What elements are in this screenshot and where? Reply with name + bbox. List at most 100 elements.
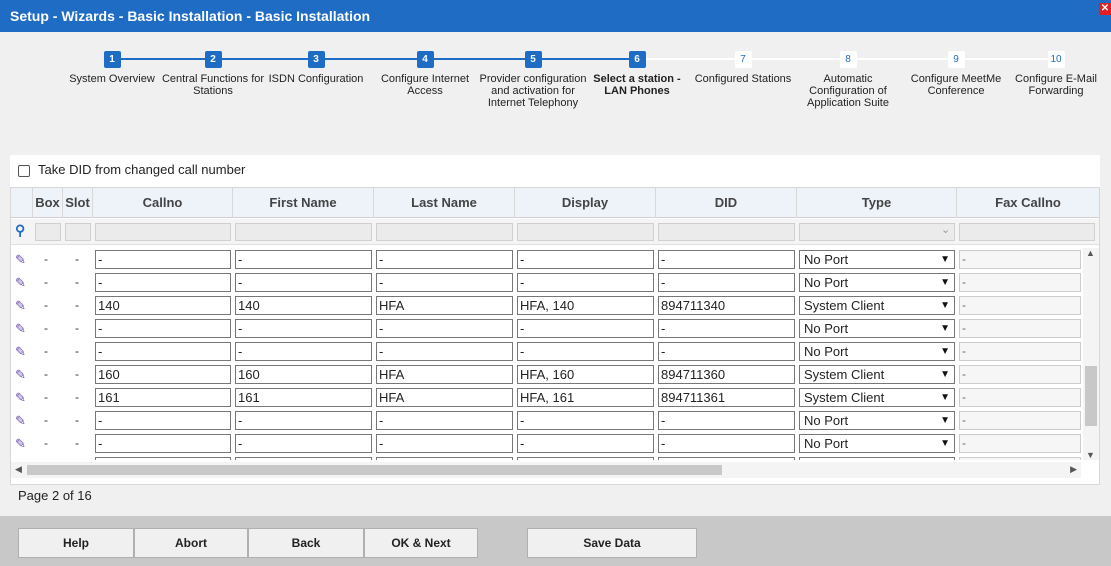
fax-callno-input[interactable]: -: [959, 342, 1081, 361]
type-select[interactable]: No Port ▼: [799, 411, 955, 430]
col-box[interactable]: Box: [33, 188, 63, 218]
horizontal-scrollbar[interactable]: ◀ ▶: [11, 462, 1081, 478]
did-input[interactable]: -: [658, 273, 795, 292]
type-select[interactable]: System Client ▼: [799, 296, 955, 315]
did-input[interactable]: -: [658, 434, 795, 453]
last-name-input[interactable]: HFA: [376, 365, 513, 384]
close-icon[interactable]: ✕: [1099, 3, 1111, 15]
type-select[interactable]: No Port ▼: [799, 319, 955, 338]
ok-next-button[interactable]: OK & Next: [364, 528, 478, 558]
last-name-input[interactable]: -: [376, 434, 513, 453]
filter-box[interactable]: [35, 223, 61, 241]
fax-callno-input[interactable]: -: [959, 250, 1081, 269]
step-4[interactable]: 4 Configure Internet Access: [370, 50, 480, 97]
first-name-input[interactable]: 140: [235, 296, 372, 315]
last-name-input[interactable]: -: [376, 457, 513, 460]
callno-input[interactable]: 140: [95, 296, 231, 315]
display-input[interactable]: -: [517, 250, 654, 269]
last-name-input[interactable]: -: [376, 411, 513, 430]
filter-display[interactable]: [517, 223, 654, 241]
first-name-input[interactable]: -: [235, 250, 372, 269]
type-select[interactable]: System Client ▼: [799, 365, 955, 384]
type-select[interactable]: No Port ▼: [799, 342, 955, 361]
edit-icon[interactable]: ✎: [15, 436, 26, 452]
edit-icon[interactable]: ✎: [15, 459, 26, 460]
last-name-input[interactable]: -: [376, 273, 513, 292]
fax-callno-input[interactable]: -: [959, 388, 1081, 407]
callno-input[interactable]: -: [95, 457, 231, 460]
scroll-down-icon[interactable]: ▼: [1086, 450, 1095, 460]
did-input[interactable]: -: [658, 411, 795, 430]
display-input[interactable]: -: [517, 411, 654, 430]
did-input[interactable]: -: [658, 319, 795, 338]
step-3[interactable]: 3 ISDN Configuration: [261, 50, 371, 85]
last-name-input[interactable]: -: [376, 342, 513, 361]
step-1[interactable]: 1 System Overview: [57, 50, 167, 85]
last-name-input[interactable]: HFA: [376, 388, 513, 407]
step-6[interactable]: 6 Select a station - LAN Phones: [582, 50, 692, 97]
take-did-option[interactable]: Take DID from changed call number: [10, 155, 1100, 185]
type-select[interactable]: No Port ▼: [799, 434, 955, 453]
scroll-left-icon[interactable]: ◀: [15, 464, 22, 475]
display-input[interactable]: -: [517, 342, 654, 361]
display-input[interactable]: HFA, 160: [517, 365, 654, 384]
fax-callno-input[interactable]: -: [959, 411, 1081, 430]
col-last-name[interactable]: Last Name: [374, 188, 515, 218]
filter-fax-callno[interactable]: [959, 223, 1095, 241]
first-name-input[interactable]: -: [235, 457, 372, 460]
type-select[interactable]: No Port ▼: [799, 250, 955, 269]
back-button[interactable]: Back: [248, 528, 364, 558]
first-name-input[interactable]: -: [235, 319, 372, 338]
filter-callno[interactable]: [95, 223, 231, 241]
filter-did[interactable]: [658, 223, 795, 241]
type-select[interactable]: [799, 457, 955, 460]
scroll-right-icon[interactable]: ▶: [1070, 464, 1077, 475]
edit-icon[interactable]: ✎: [15, 413, 26, 429]
col-slot[interactable]: Slot: [63, 188, 93, 218]
fax-callno-input[interactable]: -: [959, 296, 1081, 315]
scroll-up-icon[interactable]: ▲: [1086, 248, 1095, 258]
filter-last-name[interactable]: [376, 223, 513, 241]
step-7[interactable]: 7 Configured Stations: [688, 50, 798, 85]
callno-input[interactable]: 161: [95, 388, 231, 407]
type-select[interactable]: No Port ▼: [799, 273, 955, 292]
callno-input[interactable]: -: [95, 250, 231, 269]
col-fax-callno[interactable]: Fax Callno: [957, 188, 1099, 218]
did-input[interactable]: 894711360: [658, 365, 795, 384]
callno-input[interactable]: -: [95, 434, 231, 453]
first-name-input[interactable]: -: [235, 434, 372, 453]
first-name-input[interactable]: 161: [235, 388, 372, 407]
edit-icon[interactable]: ✎: [15, 321, 26, 337]
filter-slot[interactable]: [65, 223, 91, 241]
vertical-scrollbar[interactable]: ▲ ▼: [1083, 248, 1099, 460]
type-select[interactable]: System Client ▼: [799, 388, 955, 407]
step-5[interactable]: 5 Provider configuration and activation …: [478, 50, 588, 109]
did-input[interactable]: -: [658, 457, 795, 460]
save-data-button[interactable]: Save Data: [527, 528, 697, 558]
last-name-input[interactable]: HFA: [376, 296, 513, 315]
display-input[interactable]: -: [517, 457, 654, 460]
filter-type[interactable]: [799, 223, 955, 241]
edit-icon[interactable]: ✎: [15, 298, 26, 314]
fax-callno-input[interactable]: -: [959, 457, 1081, 460]
abort-button[interactable]: Abort: [134, 528, 248, 558]
step-9[interactable]: 9 Configure MeetMe Conference: [901, 50, 1011, 97]
col-type[interactable]: Type: [797, 188, 957, 218]
edit-icon[interactable]: ✎: [15, 344, 26, 360]
callno-input[interactable]: -: [95, 411, 231, 430]
callno-input[interactable]: -: [95, 319, 231, 338]
scroll-thumb[interactable]: [27, 465, 722, 475]
callno-input[interactable]: -: [95, 342, 231, 361]
first-name-input[interactable]: -: [235, 342, 372, 361]
col-first-name[interactable]: First Name: [233, 188, 374, 218]
first-name-input[interactable]: 160: [235, 365, 372, 384]
did-input[interactable]: 894711361: [658, 388, 795, 407]
display-input[interactable]: -: [517, 319, 654, 338]
col-display[interactable]: Display: [515, 188, 656, 218]
did-input[interactable]: -: [658, 342, 795, 361]
did-input[interactable]: -: [658, 250, 795, 269]
help-button[interactable]: Help: [18, 528, 134, 558]
callno-input[interactable]: -: [95, 273, 231, 292]
display-input[interactable]: -: [517, 273, 654, 292]
did-input[interactable]: 894711340: [658, 296, 795, 315]
